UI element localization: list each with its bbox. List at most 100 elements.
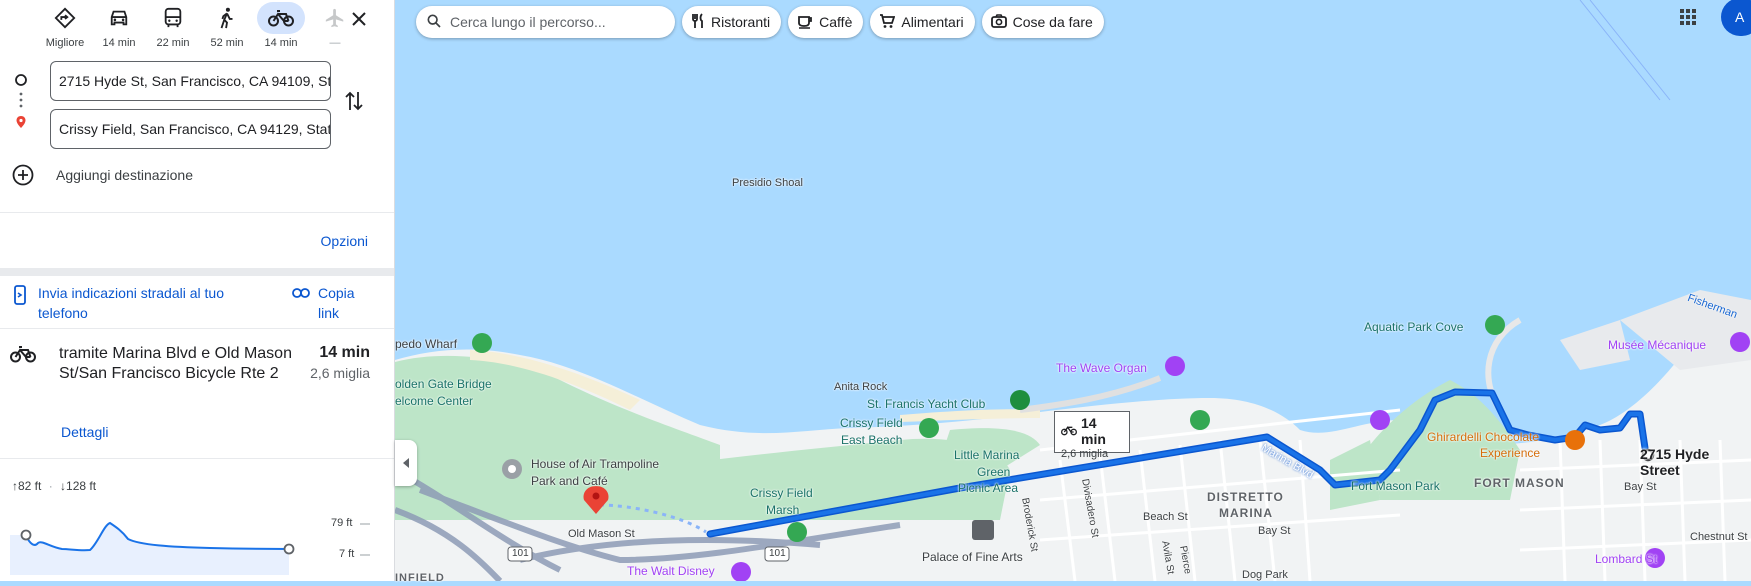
highway-shield-101-b: 101 xyxy=(769,548,786,559)
map-label-old-mason: Old Mason St xyxy=(568,528,635,540)
map-label-little-marina-3: Picnic Area xyxy=(958,481,1019,495)
map-label-aquatic-park: Aquatic Park Cove xyxy=(1364,320,1464,334)
close-directions-button[interactable] xyxy=(344,4,374,34)
bike-icon xyxy=(10,346,36,363)
map-label-welcome-center: elcome Center xyxy=(395,394,474,408)
search-icon xyxy=(426,13,442,32)
copy-link-label: Copia link xyxy=(318,285,355,321)
elevation-down: 128 ft xyxy=(66,479,97,493)
account-initial: A xyxy=(1735,9,1745,25)
swap-icon xyxy=(345,91,363,111)
elevation-summary: ↑82 ft · ↓128 ft xyxy=(12,479,97,493)
map-label-air-trampoline: House of Air Trampoline xyxy=(531,457,660,471)
category-chips: Ristoranti Caffè Alimentari Cose da fare xyxy=(682,6,1104,38)
map-label-palace: Palace of Fine Arts xyxy=(922,550,1023,564)
mode-walk[interactable]: 52 min xyxy=(202,0,252,52)
collapse-panel-button[interactable] xyxy=(395,440,417,486)
car-icon xyxy=(110,10,128,26)
coffee-icon xyxy=(797,13,813,32)
add-destination-button[interactable]: Aggiungi destinazione xyxy=(12,164,193,186)
route-details-link[interactable]: Dettagli xyxy=(61,424,108,440)
map-label-presidio-shoal: Presidio Shoal xyxy=(732,177,803,189)
chip-coffee-label: Caffè xyxy=(819,14,853,30)
chip-things-to-do[interactable]: Cose da fare xyxy=(981,6,1104,38)
transit-icon xyxy=(164,7,182,28)
divider xyxy=(0,328,394,329)
map-label-golden-gate: olden Gate Bridge xyxy=(395,377,492,391)
map-label-beach-st: Beach St xyxy=(1143,511,1188,523)
best-route-icon xyxy=(54,7,76,29)
restaurant-icon xyxy=(691,12,705,32)
map-label-little-marina-2: Green xyxy=(977,465,1011,479)
chip-things-to-do-label: Cose da fare xyxy=(1012,14,1093,30)
divider xyxy=(0,212,394,213)
mode-bike[interactable]: 14 min xyxy=(256,0,306,52)
map-label-bay-st: Bay St xyxy=(1258,525,1291,537)
chevron-left-icon xyxy=(403,458,409,468)
origin-circle-icon xyxy=(15,74,27,86)
route-duration-callout[interactable]: 14 min 2,6 miglia xyxy=(1054,411,1130,460)
phone-send-icon xyxy=(14,285,26,305)
mode-best[interactable]: Migliore xyxy=(40,0,90,52)
mode-best-label: Migliore xyxy=(45,37,85,49)
send-to-phone-button[interactable]: Invia indicazioni stradali al tuo telefo… xyxy=(14,283,274,323)
mode-bike-label: 14 min xyxy=(264,37,298,49)
map-label-dog-park: Dog Park xyxy=(1242,569,1288,581)
origin-input[interactable]: 2715 Hyde St, San Francisco, CA 94109, S… xyxy=(50,61,331,101)
map-label-east-beach: Crissy Field xyxy=(840,416,903,430)
travel-mode-bar: Migliore 14 min 22 min 52 min 14 min — xyxy=(40,0,360,52)
mode-walk-label: 52 min xyxy=(210,37,244,49)
options-button[interactable]: Opzioni xyxy=(321,233,368,249)
cart-icon xyxy=(879,13,896,32)
mode-car-label: 14 min xyxy=(102,37,136,49)
add-destination-label: Aggiungi destinazione xyxy=(56,167,193,183)
copy-link-button[interactable]: Copia link xyxy=(292,283,368,323)
map-label-walt-disney: The Walt Disney xyxy=(627,564,715,578)
section-divider xyxy=(0,268,394,276)
map-label-marina: MARINA xyxy=(1219,506,1273,520)
destination-input[interactable]: Crissy Field, San Francisco, CA 94129, S… xyxy=(50,109,331,149)
mode-transit[interactable]: 22 min xyxy=(148,0,198,52)
callout-time: 14 min xyxy=(1081,415,1106,447)
map-label-yacht-club: St. Francis Yacht Club xyxy=(867,397,986,411)
map-label-ghirardelli-2: Experience xyxy=(1480,446,1541,460)
directions-panel: Migliore 14 min 22 min 52 min 14 min — 2… xyxy=(0,0,395,581)
mode-transit-label: 22 min xyxy=(156,37,190,49)
mode-car[interactable]: 14 min xyxy=(94,0,144,52)
chip-restaurants[interactable]: Ristoranti xyxy=(682,6,782,38)
mode-flight-label: — xyxy=(329,37,341,49)
map-label-little-marina: Little Marina xyxy=(954,448,1020,462)
map-label-lombard: Lombard St xyxy=(1595,552,1658,566)
map-label-park-cafe: Park and Café xyxy=(531,474,608,488)
map-label-fort-mason: FORT MASON xyxy=(1474,476,1565,490)
map-label-ghirardelli: Ghirardelli Chocolate xyxy=(1427,430,1540,444)
route-waypoint-markers xyxy=(14,72,28,141)
chip-groceries-label: Alimentari xyxy=(901,14,964,30)
bike-icon xyxy=(268,10,294,27)
elevation-max-label: 79 ft xyxy=(331,517,353,529)
chip-groceries[interactable]: Alimentari xyxy=(870,6,975,38)
apps-grid-icon[interactable] xyxy=(1679,8,1697,31)
elevation-min-label: 7 ft xyxy=(339,548,355,560)
search-along-route[interactable]: Cerca lungo il percorso... xyxy=(416,6,675,38)
elevation-up: 82 ft xyxy=(18,479,42,493)
map-label-crissy-marsh-2: Marsh xyxy=(766,503,800,517)
bike-icon xyxy=(1061,423,1077,439)
send-to-phone-label: Invia indicazioni stradali al tuo telefo… xyxy=(38,285,224,321)
highway-shield-101: 101 xyxy=(512,548,529,559)
callout-distance: 2,6 miglia xyxy=(1061,448,1109,460)
add-circle-icon xyxy=(12,164,34,186)
map-label-fort-mason-park: Fort Mason Park xyxy=(1351,479,1440,493)
map-label-chestnut: Chestnut St xyxy=(1690,531,1748,543)
divider xyxy=(0,458,394,459)
link-icon xyxy=(292,288,310,298)
route-option-card[interactable]: tramite Marina Blvd e Old Mason St/San F… xyxy=(0,330,394,460)
map-label-bay-st-2: Bay St xyxy=(1624,481,1657,493)
map-label-distretto: DISTRETTO xyxy=(1207,490,1284,504)
route-time: 14 min xyxy=(319,344,370,361)
chip-coffee[interactable]: Caffè xyxy=(788,6,864,38)
close-icon xyxy=(352,12,366,26)
swap-origin-destination-button[interactable] xyxy=(345,90,363,117)
map-label-east-beach-2: East Beach xyxy=(841,433,903,447)
chip-restaurants-label: Ristoranti xyxy=(711,14,771,30)
